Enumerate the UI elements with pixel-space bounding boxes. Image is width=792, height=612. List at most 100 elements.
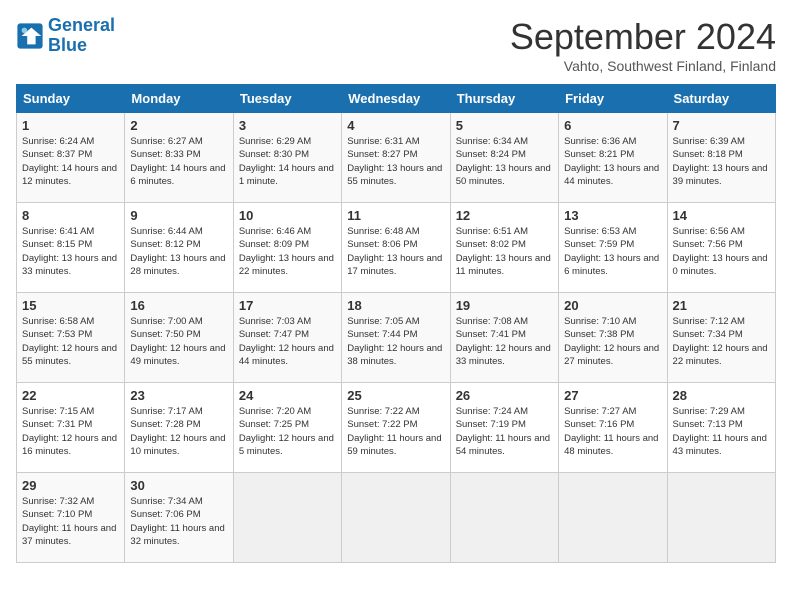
day-number: 20: [564, 298, 661, 313]
logo: General Blue: [16, 16, 115, 56]
day-number: 7: [673, 118, 770, 133]
day-number: 13: [564, 208, 661, 223]
day-info: Sunrise: 7:15 AM Sunset: 7:31 PM Dayligh…: [22, 405, 119, 458]
day-info: Sunrise: 6:34 AM Sunset: 8:24 PM Dayligh…: [456, 135, 553, 188]
logo-icon: [16, 22, 44, 50]
calendar-day-cell: 3 Sunrise: 6:29 AM Sunset: 8:30 PM Daylig…: [233, 113, 341, 203]
day-number: 28: [673, 388, 770, 403]
month-title: September 2024: [510, 16, 776, 58]
day-info: Sunrise: 7:05 AM Sunset: 7:44 PM Dayligh…: [347, 315, 444, 368]
day-number: 23: [130, 388, 227, 403]
calendar-day-cell: 2 Sunrise: 6:27 AM Sunset: 8:33 PM Daylig…: [125, 113, 233, 203]
day-info: Sunrise: 7:08 AM Sunset: 7:41 PM Dayligh…: [456, 315, 553, 368]
day-number: 11: [347, 208, 444, 223]
day-number: 30: [130, 478, 227, 493]
day-info: Sunrise: 7:24 AM Sunset: 7:19 PM Dayligh…: [456, 405, 553, 458]
day-number: 19: [456, 298, 553, 313]
calendar-day-cell: 18Sunrise: 7:05 AM Sunset: 7:44 PM Dayli…: [342, 293, 450, 383]
calendar-day-cell: [342, 473, 450, 563]
day-number: 14: [673, 208, 770, 223]
calendar-week-row: 22 Sunrise: 7:15 AM Sunset: 7:31 PM Dayli…: [17, 383, 776, 473]
calendar-day-cell: 14Sunrise: 6:56 AM Sunset: 7:56 PM Dayli…: [667, 203, 775, 293]
logo-line1: General: [48, 15, 115, 35]
day-number: 22: [22, 388, 119, 403]
weekday-header: Wednesday: [342, 85, 450, 113]
calendar-day-cell: 28Sunrise: 7:29 AM Sunset: 7:13 PM Dayli…: [667, 383, 775, 473]
day-number: 15: [22, 298, 119, 313]
day-number: 24: [239, 388, 336, 403]
day-info: Sunrise: 7:20 AM Sunset: 7:25 PM Dayligh…: [239, 405, 336, 458]
day-number: 10: [239, 208, 336, 223]
calendar-day-cell: 26 Sunrise: 7:24 AM Sunset: 7:19 PM Dayli…: [450, 383, 558, 473]
weekday-header: Sunday: [17, 85, 125, 113]
day-number: 29: [22, 478, 119, 493]
calendar-week-row: 1 Sunrise: 6:24 AM Sunset: 8:37 PM Daylig…: [17, 113, 776, 203]
day-number: 3: [239, 118, 336, 133]
day-info: Sunrise: 7:34 AM Sunset: 7:06 PM Dayligh…: [130, 495, 227, 548]
calendar-day-cell: 23 Sunrise: 7:17 AM Sunset: 7:28 PM Dayli…: [125, 383, 233, 473]
day-info: Sunrise: 6:36 AM Sunset: 8:21 PM Dayligh…: [564, 135, 661, 188]
calendar-day-cell: 10 Sunrise: 6:46 AM Sunset: 8:09 PM Dayli…: [233, 203, 341, 293]
calendar-week-row: 8 Sunrise: 6:41 AM Sunset: 8:15 PM Daylig…: [17, 203, 776, 293]
calendar-day-cell: 21Sunrise: 7:12 AM Sunset: 7:34 PM Dayli…: [667, 293, 775, 383]
day-number: 9: [130, 208, 227, 223]
day-number: 2: [130, 118, 227, 133]
calendar-day-cell: 20 Sunrise: 7:10 AM Sunset: 7:38 PM Dayli…: [559, 293, 667, 383]
calendar-day-cell: 16 Sunrise: 7:00 AM Sunset: 7:50 PM Dayli…: [125, 293, 233, 383]
day-info: Sunrise: 6:29 AM Sunset: 8:30 PM Dayligh…: [239, 135, 336, 188]
calendar-week-row: 15 Sunrise: 6:58 AM Sunset: 7:53 PM Dayli…: [17, 293, 776, 383]
day-number: 16: [130, 298, 227, 313]
day-info: Sunrise: 6:48 AM Sunset: 8:06 PM Dayligh…: [347, 225, 444, 278]
day-number: 25: [347, 388, 444, 403]
day-info: Sunrise: 6:41 AM Sunset: 8:15 PM Dayligh…: [22, 225, 119, 278]
day-info: Sunrise: 7:17 AM Sunset: 7:28 PM Dayligh…: [130, 405, 227, 458]
calendar-day-cell: 8 Sunrise: 6:41 AM Sunset: 8:15 PM Daylig…: [17, 203, 125, 293]
weekday-header: Saturday: [667, 85, 775, 113]
logo-line2: Blue: [48, 35, 87, 55]
day-number: 5: [456, 118, 553, 133]
day-info: Sunrise: 6:24 AM Sunset: 8:37 PM Dayligh…: [22, 135, 119, 188]
weekday-header: Thursday: [450, 85, 558, 113]
calendar-day-cell: 15 Sunrise: 6:58 AM Sunset: 7:53 PM Dayli…: [17, 293, 125, 383]
day-number: 27: [564, 388, 661, 403]
calendar-day-cell: 4 Sunrise: 6:31 AM Sunset: 8:27 PM Daylig…: [342, 113, 450, 203]
day-info: Sunrise: 7:27 AM Sunset: 7:16 PM Dayligh…: [564, 405, 661, 458]
day-info: Sunrise: 7:12 AM Sunset: 7:34 PM Dayligh…: [673, 315, 770, 368]
calendar-day-cell: 9 Sunrise: 6:44 AM Sunset: 8:12 PM Daylig…: [125, 203, 233, 293]
calendar-day-cell: [233, 473, 341, 563]
day-number: 6: [564, 118, 661, 133]
calendar-day-cell: 12Sunrise: 6:51 AM Sunset: 8:02 PM Dayli…: [450, 203, 558, 293]
calendar-day-cell: 13 Sunrise: 6:53 AM Sunset: 7:59 PM Dayli…: [559, 203, 667, 293]
weekday-header: Friday: [559, 85, 667, 113]
day-number: 26: [456, 388, 553, 403]
subtitle: Vahto, Southwest Finland, Finland: [510, 58, 776, 74]
day-number: 8: [22, 208, 119, 223]
calendar-table: SundayMondayTuesdayWednesdayThursdayFrid…: [16, 84, 776, 563]
calendar-day-cell: 25 Sunrise: 7:22 AM Sunset: 7:22 PM Dayli…: [342, 383, 450, 473]
day-info: Sunrise: 7:32 AM Sunset: 7:10 PM Dayligh…: [22, 495, 119, 548]
calendar-day-cell: 5 Sunrise: 6:34 AM Sunset: 8:24 PM Daylig…: [450, 113, 558, 203]
day-info: Sunrise: 7:22 AM Sunset: 7:22 PM Dayligh…: [347, 405, 444, 458]
day-number: 17: [239, 298, 336, 313]
day-info: Sunrise: 7:00 AM Sunset: 7:50 PM Dayligh…: [130, 315, 227, 368]
day-info: Sunrise: 6:46 AM Sunset: 8:09 PM Dayligh…: [239, 225, 336, 278]
title-block: September 2024 Vahto, Southwest Finland,…: [510, 16, 776, 74]
day-number: 1: [22, 118, 119, 133]
header-row: SundayMondayTuesdayWednesdayThursdayFrid…: [17, 85, 776, 113]
day-info: Sunrise: 6:44 AM Sunset: 8:12 PM Dayligh…: [130, 225, 227, 278]
header: General Blue September 2024 Vahto, South…: [16, 16, 776, 74]
weekday-header: Tuesday: [233, 85, 341, 113]
calendar-day-cell: 1 Sunrise: 6:24 AM Sunset: 8:37 PM Daylig…: [17, 113, 125, 203]
day-info: Sunrise: 6:39 AM Sunset: 8:18 PM Dayligh…: [673, 135, 770, 188]
calendar-day-cell: 30 Sunrise: 7:34 AM Sunset: 7:06 PM Dayli…: [125, 473, 233, 563]
day-info: Sunrise: 6:31 AM Sunset: 8:27 PM Dayligh…: [347, 135, 444, 188]
day-info: Sunrise: 6:27 AM Sunset: 8:33 PM Dayligh…: [130, 135, 227, 188]
day-info: Sunrise: 7:10 AM Sunset: 7:38 PM Dayligh…: [564, 315, 661, 368]
day-number: 4: [347, 118, 444, 133]
day-info: Sunrise: 6:53 AM Sunset: 7:59 PM Dayligh…: [564, 225, 661, 278]
calendar-week-row: 29 Sunrise: 7:32 AM Sunset: 7:10 PM Dayli…: [17, 473, 776, 563]
calendar-day-cell: [559, 473, 667, 563]
calendar-day-cell: 11 Sunrise: 6:48 AM Sunset: 8:06 PM Dayli…: [342, 203, 450, 293]
calendar-day-cell: 17Sunrise: 7:03 AM Sunset: 7:47 PM Dayli…: [233, 293, 341, 383]
day-info: Sunrise: 6:58 AM Sunset: 7:53 PM Dayligh…: [22, 315, 119, 368]
